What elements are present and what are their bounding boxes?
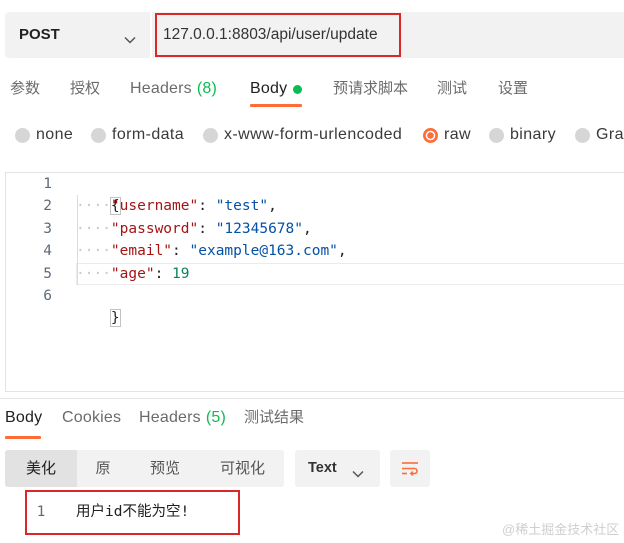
tab-body[interactable]: Body xyxy=(250,76,287,102)
code-line[interactable]: ····"password": "12345678", xyxy=(76,218,312,240)
json-comma: , xyxy=(303,220,312,237)
chevron-down-icon xyxy=(352,465,364,478)
headers-count-badge: (8) xyxy=(196,80,218,97)
radio-label: none xyxy=(36,126,74,143)
active-response-tab-indicator xyxy=(5,436,41,439)
line-number: 3 xyxy=(43,220,52,237)
body-type-form-data[interactable]: form-data xyxy=(91,124,184,146)
body-type-binary[interactable]: binary xyxy=(489,124,556,146)
response-tabs: Body Cookies Headers (5) 测试结果 xyxy=(0,405,624,439)
response-line-number: 1 xyxy=(36,504,46,520)
body-type-graphql[interactable]: Grap xyxy=(575,124,624,146)
code-line[interactable]: ····"age": 19 xyxy=(76,263,190,285)
whitespace-marker: ···· xyxy=(76,265,111,282)
json-number-value: 19 xyxy=(172,265,190,282)
wrap-lines-button[interactable] xyxy=(390,450,430,487)
radio-label: binary xyxy=(510,126,556,143)
line-number: 6 xyxy=(43,288,52,304)
json-string-value: "example@163.com" xyxy=(189,243,338,260)
line-number: 4 xyxy=(43,243,52,260)
code-line[interactable]: } xyxy=(76,285,120,326)
radio-label: raw xyxy=(444,126,471,143)
response-format-label: Text xyxy=(308,460,337,476)
radio-label: x-www-form-urlencoded xyxy=(224,126,403,143)
dot-icon xyxy=(293,85,302,94)
response-tab-cookies[interactable]: Cookies xyxy=(62,405,121,431)
tab-params[interactable]: 参数 xyxy=(10,76,40,102)
url-annotation-box xyxy=(155,13,401,57)
radio-button[interactable] xyxy=(203,127,218,143)
code-line[interactable]: { xyxy=(76,173,120,214)
code-line[interactable]: ····"username": "test", xyxy=(76,195,277,217)
json-string-value: "test" xyxy=(215,198,269,215)
tab-authorization[interactable]: 授权 xyxy=(70,76,100,102)
request-tabs: 参数 授权 Headers (8) Body 预请求脚本 测试 设置 xyxy=(0,76,624,108)
response-format-select[interactable]: Text xyxy=(295,450,380,487)
response-view-mode: 美化 原 预览 可视化 xyxy=(5,450,284,487)
response-tab-body[interactable]: Body xyxy=(5,405,42,431)
view-mode-visualize[interactable]: 可视化 xyxy=(201,450,284,487)
radio-button[interactable] xyxy=(489,127,504,143)
tab-settings[interactable]: 设置 xyxy=(498,76,528,102)
response-body-text: 用户id不能为空! xyxy=(76,504,190,520)
line-number: 1 xyxy=(43,176,52,192)
radio-button[interactable] xyxy=(575,127,590,143)
view-mode-raw[interactable]: 原 xyxy=(77,450,129,487)
method-label: POST xyxy=(19,26,60,43)
json-separator: : xyxy=(154,265,173,282)
tab-tests[interactable]: 测试 xyxy=(437,76,467,102)
close-brace: } xyxy=(110,310,120,327)
body-type-raw[interactable]: raw xyxy=(423,124,471,146)
line-number: 2 xyxy=(43,198,52,215)
method-select[interactable]: POST xyxy=(5,12,150,58)
json-comma: , xyxy=(268,198,277,215)
watermark: @稀土掘金技术社区 xyxy=(502,522,620,537)
radio-button-selected[interactable] xyxy=(423,127,438,143)
json-separator: : xyxy=(172,243,190,260)
response-tab-headers[interactable]: Headers (5) xyxy=(139,405,226,431)
body-type-selector: none form-data x-www-form-urlencoded raw… xyxy=(0,124,624,146)
json-key: "age" xyxy=(110,265,155,282)
active-tab-indicator xyxy=(250,104,302,107)
radio-label: Grap xyxy=(596,126,624,143)
json-key: "username" xyxy=(110,198,199,215)
chevron-down-icon xyxy=(124,31,136,44)
json-string-value: "12345678" xyxy=(215,220,304,237)
json-key: "password" xyxy=(110,220,199,237)
section-divider xyxy=(0,398,624,399)
headers-count-badge: (5) xyxy=(205,409,227,426)
code-line[interactable]: ····"email": "example@163.com", xyxy=(76,240,347,262)
radio-label: form-data xyxy=(112,126,185,143)
response-tab-headers-label: Headers xyxy=(139,409,201,426)
json-separator: : xyxy=(198,198,216,215)
tab-pre-request-script[interactable]: 预请求脚本 xyxy=(333,76,408,102)
view-mode-pretty[interactable]: 美化 xyxy=(5,450,77,487)
whitespace-marker: ···· xyxy=(76,198,111,215)
tab-headers-label: Headers xyxy=(130,80,192,97)
json-separator: : xyxy=(198,220,216,237)
response-tab-test-results[interactable]: 测试结果 xyxy=(244,405,304,431)
tab-headers[interactable]: Headers (8) xyxy=(130,76,217,102)
request-body-editor[interactable]: 1 2 3 4 5 6 { ····"username": "test", ··… xyxy=(5,172,624,392)
radio-button[interactable] xyxy=(15,127,30,143)
whitespace-marker: ···· xyxy=(76,220,111,237)
whitespace-marker: ···· xyxy=(76,243,111,260)
wrap-lines-icon xyxy=(402,462,418,476)
line-number: 5 xyxy=(43,265,52,282)
json-comma: , xyxy=(337,243,347,260)
body-type-urlencoded[interactable]: x-www-form-urlencoded xyxy=(203,124,402,146)
view-mode-preview[interactable]: 预览 xyxy=(129,450,201,487)
json-key: "email" xyxy=(110,243,173,260)
tab-body-label: Body xyxy=(250,80,288,97)
radio-button[interactable] xyxy=(91,127,106,143)
body-type-none[interactable]: none xyxy=(15,124,73,146)
